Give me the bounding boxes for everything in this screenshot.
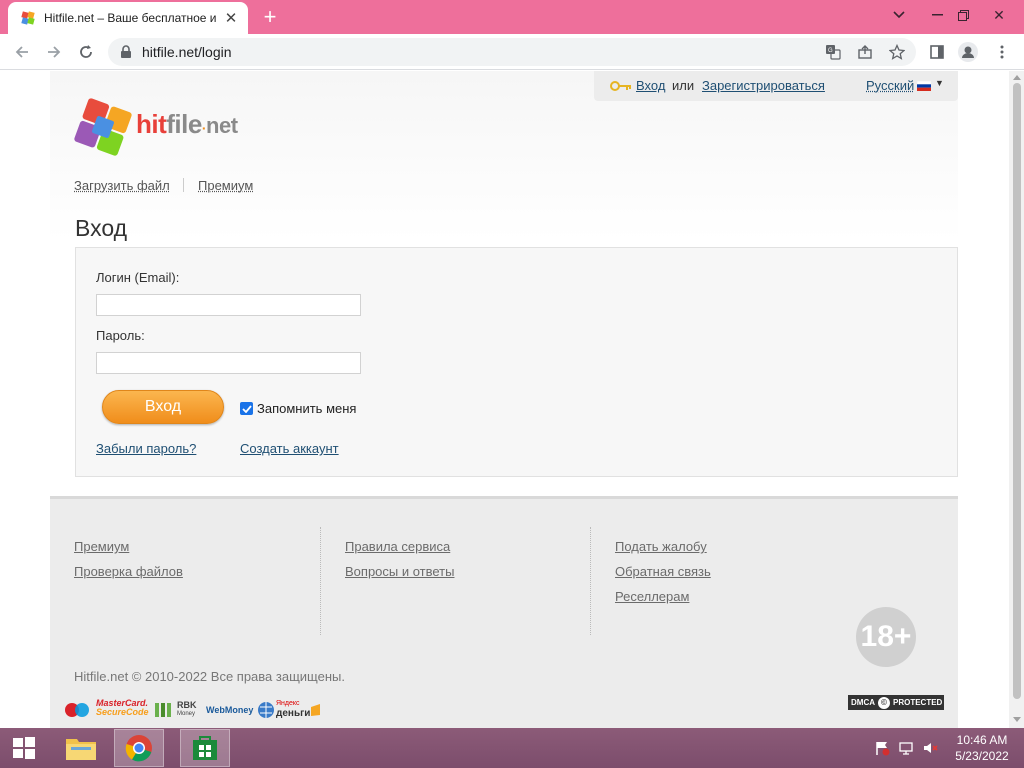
nav-upload-link[interactable]: Загрузить файл — [74, 178, 170, 193]
logo-part-file: file — [166, 109, 202, 139]
footer-feedback-link[interactable]: Обратная связь — [615, 564, 711, 579]
create-account-link[interactable]: Создать аккаунт — [240, 441, 339, 456]
footer-column-3: Подать жалобу Обратная связь Реселлерам — [590, 527, 850, 635]
tab-title: Hitfile.net – Ваше бесплатное и — [44, 11, 217, 25]
clock-time: 10:46 AM — [956, 733, 1008, 747]
logo-wordmark[interactable]: hitfile·net — [136, 109, 238, 140]
rbk-icon — [155, 703, 171, 717]
hitfile-favicon-icon — [21, 11, 35, 25]
password-input[interactable] — [96, 352, 361, 374]
reload-icon[interactable] — [74, 40, 98, 64]
sidepanel-icon[interactable] — [927, 42, 947, 62]
close-window-icon[interactable]: ✕ — [980, 0, 1018, 30]
footer-check-files-link[interactable]: Проверка файлов — [74, 564, 183, 579]
checkbox-checked-icon[interactable] — [240, 402, 253, 415]
login-form: Логин (Email): Пароль: Вход Запомнить ме… — [75, 247, 958, 477]
translate-icon[interactable]: G — [824, 43, 842, 61]
main-nav: Загрузить файл Премиум — [74, 178, 253, 193]
footer-column-2: Правила сервиса Вопросы и ответы — [320, 527, 590, 635]
volume-muted-icon[interactable] — [922, 740, 938, 756]
bookmark-star-icon[interactable] — [888, 43, 906, 61]
footer: Премиум Проверка файлов Правила сервиса … — [50, 496, 958, 728]
browser-tab[interactable]: Hitfile.net – Ваше бесплатное и ✕ — [8, 2, 248, 34]
store-taskbar-icon[interactable] — [180, 729, 230, 767]
footer-complaint-link[interactable]: Подать жалобу — [615, 539, 707, 554]
system-clock[interactable]: 10:46 AM 5/23/2022 — [946, 732, 1018, 764]
password-label: Пароль: — [96, 328, 145, 343]
footer-premium-link[interactable]: Премиум — [74, 539, 129, 554]
yandex-money-logo: Яндекс деньги — [276, 699, 310, 721]
taskbar: 10:46 AM 5/23/2022 — [0, 728, 1024, 768]
mastercard-securecode-logo: MasterCard. SecureCode — [96, 699, 149, 721]
svg-text:G: G — [828, 48, 833, 54]
top-login-link[interactable]: Вход — [636, 78, 665, 93]
webmoney-logo: WebMoney — [206, 699, 275, 721]
remember-me-label: Запомнить меня — [257, 401, 357, 416]
securecode-text: SecureCode — [96, 707, 149, 717]
footer-rules-link[interactable]: Правила сервиса — [345, 539, 450, 554]
age-18-badge: 18+ — [856, 607, 916, 667]
webmoney-text: WebMoney — [206, 705, 254, 715]
russian-flag-icon — [917, 81, 931, 91]
address-bar[interactable]: hitfile.net/login G — [108, 38, 916, 66]
page-title: Вход — [75, 215, 128, 241]
dmca-text: DMCA — [851, 698, 875, 707]
yandex-wallet-icon — [310, 699, 322, 721]
scroll-down-icon[interactable] — [1013, 717, 1021, 722]
dmca-protected-badge[interactable]: DMCA © PROTECTED — [848, 695, 944, 710]
restore-icon[interactable] — [944, 0, 982, 30]
top-login-bar: Вход или Зарегистрироваться Русский ▼ — [594, 71, 958, 101]
menu-kebab-icon[interactable] — [992, 42, 1012, 62]
forward-arrow-icon[interactable] — [42, 40, 66, 64]
logo-part-net: net — [206, 113, 238, 138]
browser-toolbar: hitfile.net/login G — [0, 34, 1024, 70]
nav-separator — [183, 178, 184, 192]
dengi-text: деньги — [276, 708, 311, 719]
footer-column-1: Премиум Проверка файлов — [74, 527, 320, 635]
url-text: hitfile.net/login — [142, 44, 232, 60]
login-label: Логин (Email): — [96, 270, 180, 285]
profile-avatar-icon[interactable] — [958, 42, 978, 62]
key-icon — [610, 81, 631, 91]
page-scrollbar[interactable] — [1009, 71, 1024, 728]
footer-faq-link[interactable]: Вопросы и ответы — [345, 564, 454, 579]
lock-icon — [121, 45, 131, 58]
chrome-taskbar-icon[interactable] — [114, 729, 164, 767]
or-text: или — [672, 78, 695, 93]
rbk-text: RBK — [177, 700, 197, 710]
dmca-shield-icon: © — [878, 696, 890, 709]
remember-me-checkbox[interactable]: Запомнить меня — [240, 401, 356, 416]
login-email-input[interactable] — [96, 294, 361, 316]
language-selector[interactable]: Русский — [866, 78, 914, 93]
browser-tabbar: Hitfile.net – Ваше бесплатное и ✕ + ✕ — [0, 0, 1024, 34]
footer-resellers-link[interactable]: Реселлерам — [615, 589, 689, 604]
rbk-money-logo: RBK Money — [154, 699, 197, 721]
login-submit-button[interactable]: Вход — [102, 390, 224, 424]
forgot-password-link[interactable]: Забыли пароль? — [96, 441, 196, 456]
windows-start-icon[interactable] — [0, 729, 48, 767]
register-link[interactable]: Зарегистрироваться — [702, 78, 825, 93]
money-text: Money — [177, 711, 196, 717]
nav-premium-link[interactable]: Премиум — [198, 178, 253, 193]
back-arrow-icon[interactable] — [10, 40, 34, 64]
caret-down-icon[interactable]: ▼ — [935, 78, 944, 88]
logo-part-hit: hit — [136, 109, 167, 139]
webmoney-globe-icon — [258, 702, 275, 718]
page-viewport: Вход или Зарегистрироваться Русский ▼ hi… — [0, 71, 1009, 728]
protected-text: PROTECTED — [893, 698, 943, 707]
maestro-logo-icon — [62, 699, 92, 721]
copyright-text: Hitfile.net © 2010-2022 Все права защище… — [74, 669, 345, 684]
network-icon[interactable] — [898, 740, 914, 756]
clock-date: 5/23/2022 — [955, 749, 1009, 763]
hitfile-logo-icon[interactable] — [72, 96, 134, 158]
tab-search-icon[interactable] — [880, 0, 918, 30]
new-tab-icon[interactable]: + — [258, 6, 282, 28]
tab-close-icon[interactable]: ✕ — [222, 9, 240, 27]
share-icon[interactable] — [856, 43, 874, 61]
action-center-flag-icon[interactable] — [874, 740, 890, 756]
scroll-up-icon[interactable] — [1013, 75, 1021, 80]
file-explorer-icon[interactable] — [56, 729, 106, 767]
scroll-thumb[interactable] — [1013, 83, 1021, 699]
